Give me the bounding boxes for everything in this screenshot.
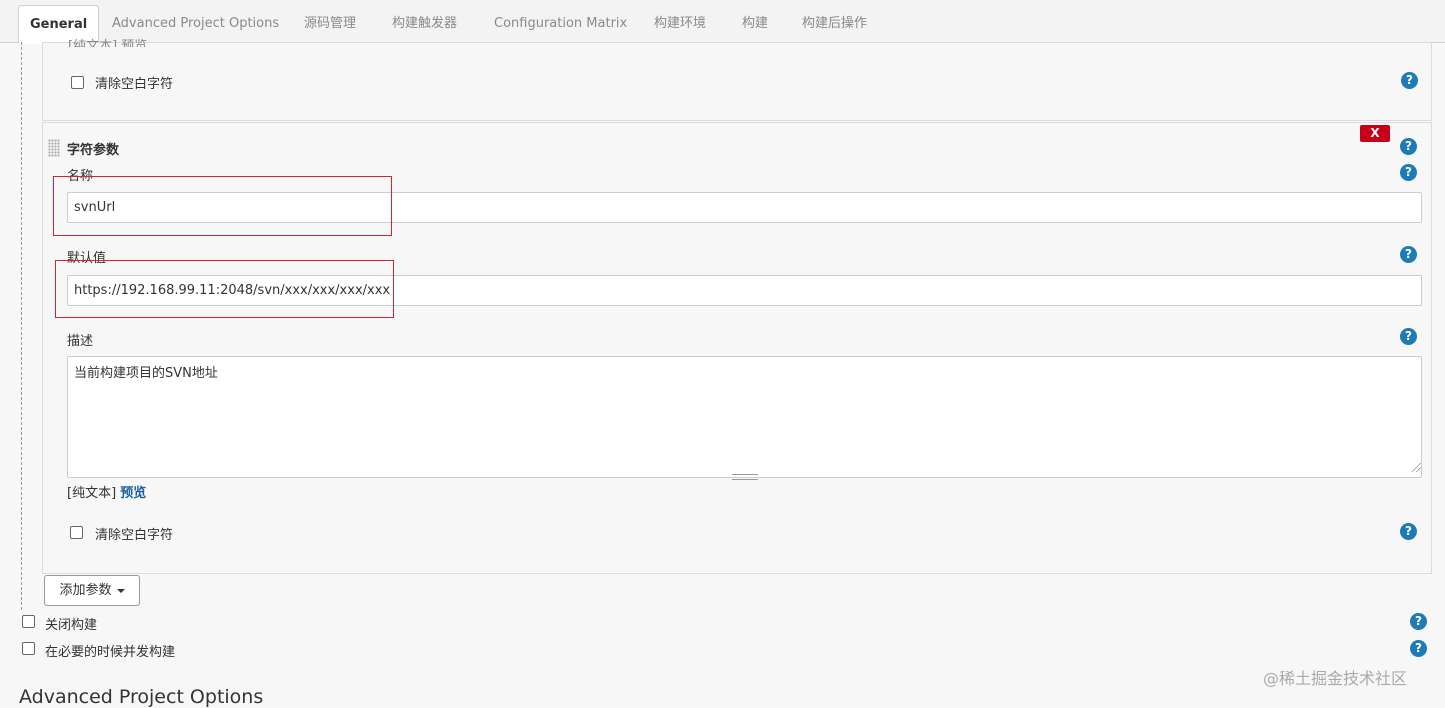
add-parameter-label: 添加参数 [59,583,112,598]
highlight-box-default-value [55,260,394,318]
help-icon[interactable]: ? [1400,523,1417,540]
description-textarea[interactable]: 当前构建项目的SVN地址 [67,356,1422,478]
nesting-guide-line [21,42,22,610]
concurrent-build-label: 在必要的时候并发构建 [45,645,176,660]
textarea-resize-bar[interactable] [732,474,758,480]
help-icon[interactable]: ? [1400,138,1417,155]
trim-label: 清除空白字符 [95,528,174,543]
format-indicator: [纯文本] 预览 [67,482,146,501]
description-label: 描述 [67,334,94,349]
caret-down-icon [116,588,125,593]
tab-source-code[interactable]: 源码管理 [304,10,356,37]
drag-handle-icon[interactable] [48,139,60,157]
tab-advanced-project-options[interactable]: Advanced Project Options [112,10,279,37]
tab-post-build[interactable]: 构建后操作 [802,10,867,37]
tab-bar: General Advanced Project Options 源码管理 构建… [0,0,1445,44]
help-icon[interactable]: ? [1400,246,1417,263]
string-param-title: 字符参数 [67,143,120,158]
tab-build-environment[interactable]: 构建环境 [654,10,706,37]
help-icon[interactable]: ? [1410,640,1427,657]
help-icon[interactable]: ? [1410,613,1427,630]
section-title: Advanced Project Options [19,686,264,708]
highlight-box-name [53,176,392,236]
concurrent-build-checkbox[interactable] [22,642,35,655]
disable-build-checkbox[interactable] [22,615,35,628]
preview-link[interactable]: 预览 [120,486,146,501]
watermark: @稀土掘金技术社区 [1263,669,1408,688]
disable-build-label: 关闭构建 [45,618,98,633]
previous-trim-label: 清除空白字符 [95,77,174,92]
format-plain-text: [纯文本] [67,486,117,501]
delete-parameter-button[interactable]: X [1360,125,1390,142]
help-icon[interactable]: ? [1400,328,1417,345]
tab-build[interactable]: 构建 [742,10,768,37]
previous-parameter-block: [纯文本] 预览 清除空白字符 ? [42,39,1432,121]
previous-trim-checkbox[interactable] [71,76,84,89]
resize-corner-icon[interactable] [1412,463,1421,472]
add-parameter-button[interactable]: 添加参数 [44,575,140,606]
tab-build-triggers[interactable]: 构建触发器 [392,10,457,37]
previous-format-text: [纯文本] 预览 [68,39,148,47]
help-icon[interactable]: ? [1401,72,1418,89]
trim-checkbox[interactable] [70,526,83,539]
help-icon[interactable]: ? [1400,164,1417,181]
tab-configuration-matrix[interactable]: Configuration Matrix [494,10,627,37]
